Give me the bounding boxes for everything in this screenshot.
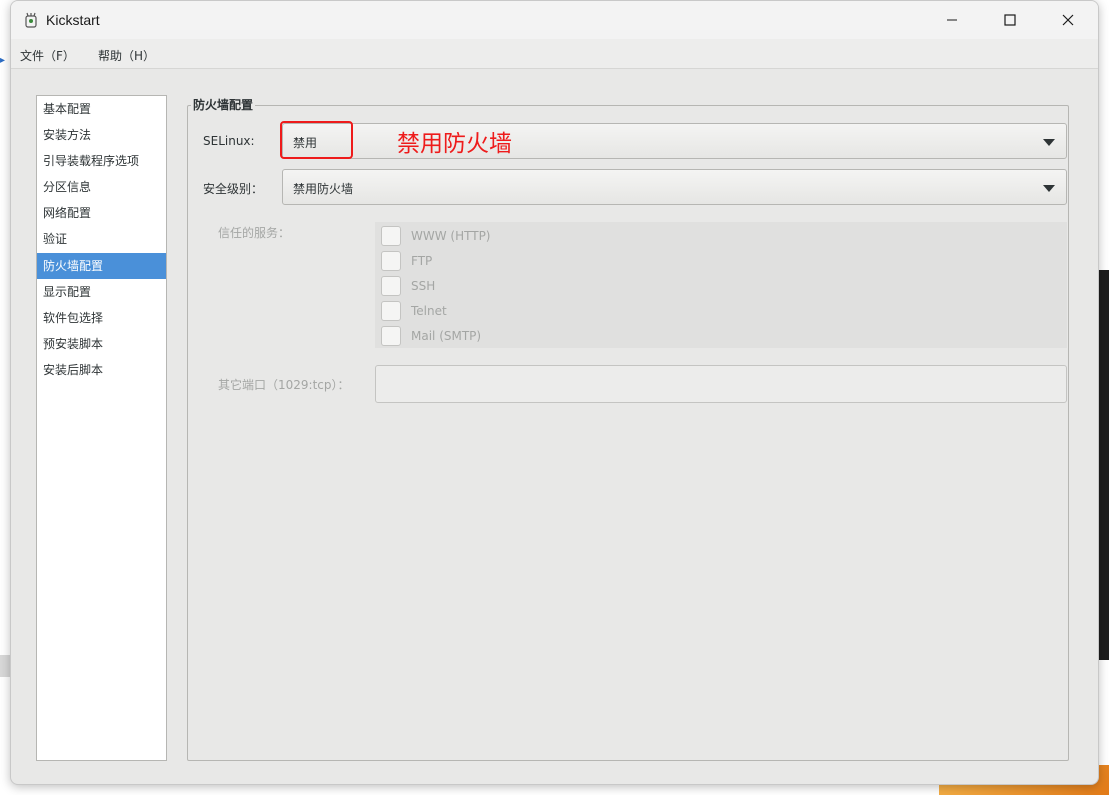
service-label: Telnet [411,304,447,318]
checkbox[interactable] [381,326,401,346]
checkbox[interactable] [381,276,401,296]
config-sidebar: 基本配置 安装方法 引导装载程序选项 分区信息 网络配置 验证 防火墙配置 显示… [36,95,167,761]
sidebar-item-firewall[interactable]: 防火墙配置 [37,253,166,279]
sidebar-item-network[interactable]: 网络配置 [37,200,166,226]
sidebar-item-packages[interactable]: 软件包选择 [37,305,166,331]
sidebar-item-partitions[interactable]: 分区信息 [37,174,166,200]
background-window-edge: ▸ [0,55,6,66]
close-icon [1062,14,1074,26]
sidebar-item-post-script[interactable]: 安装后脚本 [37,357,166,383]
app-icon [25,12,37,28]
trusted-services-label: 信任的服务： [218,226,291,240]
other-ports-label: 其它端口（1029:tcp）： [218,378,350,392]
service-label: WWW (HTTP) [411,229,491,243]
other-ports-input[interactable] [375,365,1067,403]
service-label: FTP [411,254,433,268]
title-bar[interactable]: Kickstart [11,1,1098,39]
dropdown-arrow-icon [1043,139,1055,146]
maximize-icon [1004,14,1016,26]
minimize-icon [947,19,957,21]
menu-file[interactable]: 文件（F） [20,47,75,64]
sidebar-item-pre-script[interactable]: 预安装脚本 [37,331,166,357]
checkbox[interactable] [381,251,401,271]
section-title: 防火墙配置 [191,96,256,113]
minimize-button[interactable] [923,1,981,39]
security-level-dropdown[interactable]: 禁用防火墙 [282,169,1067,205]
annotation-highlight-box [280,121,353,159]
checkbox[interactable] [381,226,401,246]
service-label: Mail (SMTP) [411,329,482,343]
sidebar-item-display[interactable]: 显示配置 [37,279,166,305]
sidebar-item-auth[interactable]: 验证 [37,226,166,252]
window-title: Kickstart [46,12,100,28]
dropdown-arrow-icon [1043,185,1055,192]
security-level-value: 禁用防火墙 [293,182,354,196]
checkbox[interactable] [381,301,401,321]
sidebar-item-bootloader[interactable]: 引导装载程序选项 [37,148,166,174]
selinux-label: SELinux: [203,134,255,148]
sidebar-item-install-method[interactable]: 安装方法 [37,122,166,148]
security-level-label: 安全级别： [203,182,264,196]
close-button[interactable] [1039,1,1097,39]
maximize-button[interactable] [981,1,1039,39]
kickstart-window: Kickstart 文件（F） 帮助（H） 基本配置 安装方法 引导装载程序选项… [10,0,1099,785]
trusted-services-list: WWW (HTTP) FTP SSH Telnet Mail (SMTP) [375,222,1067,348]
menu-help[interactable]: 帮助（H） [98,47,155,64]
annotation-text: 禁用防火墙 [397,131,512,157]
sidebar-item-basic[interactable]: 基本配置 [37,96,166,122]
menu-bar: 文件（F） 帮助（H） [11,39,1098,69]
service-label: SSH [411,279,436,293]
